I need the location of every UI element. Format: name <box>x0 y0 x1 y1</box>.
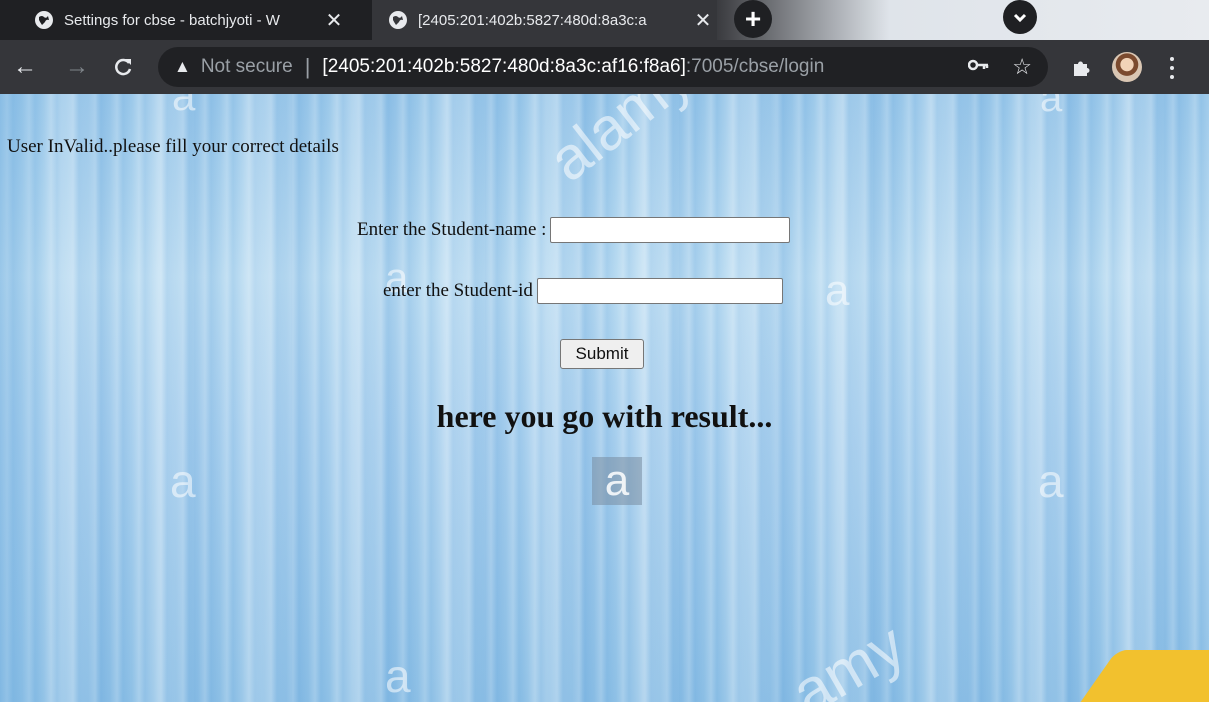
security-label[interactable]: Not secure <box>201 56 293 78</box>
tab-close-icon[interactable]: ✕ <box>320 8 348 33</box>
watermark-text: a <box>172 94 196 119</box>
forward-arrow-icon[interactable]: → <box>62 52 92 82</box>
key-icon[interactable] <box>967 55 990 78</box>
error-message: User InValid..please fill your correct d… <box>7 136 339 157</box>
student-id-label: enter the Student-id <box>383 280 533 301</box>
watermark-text: a <box>825 266 850 315</box>
watermark-text: amy <box>780 610 917 702</box>
tab-login[interactable]: [2405:201:402b:5827:480d:8a3c:a ✕ <box>372 0 717 40</box>
kebab-menu-icon[interactable] <box>1162 54 1182 82</box>
url-path[interactable]: :7005/cbse/login <box>686 56 824 78</box>
watermark-text: a <box>1040 94 1063 120</box>
watermark-text: a <box>385 650 411 702</box>
globe-icon <box>389 11 407 29</box>
student-id-row: enter the Student-id <box>383 278 783 304</box>
browser-toolbar: ← → ▲ Not secure | [2405:201:402b:5827:4… <box>0 40 1209 94</box>
tab-strip-background <box>717 0 1209 40</box>
chevron-down-icon <box>1013 13 1027 23</box>
tab-close-icon[interactable]: ✕ <box>689 8 717 33</box>
tab-search-button[interactable] <box>1003 0 1037 34</box>
tab-settings[interactable]: Settings for cbse - batchjyoti - W ✕ <box>18 0 348 40</box>
avatar[interactable] <box>1112 52 1142 82</box>
reload-icon[interactable] <box>108 52 138 82</box>
result-heading: here you go with result... <box>436 398 773 434</box>
page-content: a alamy a a a a a a amy a User InValid..… <box>0 94 1209 702</box>
tab-title: Settings for cbse - batchjyoti - W <box>64 11 280 29</box>
watermark-text: a <box>1038 455 1064 507</box>
watermark-text: a <box>170 455 196 507</box>
address-separator: | <box>304 54 311 79</box>
watermark-text: a <box>604 456 630 505</box>
star-icon[interactable]: ☆ <box>1012 54 1032 80</box>
tab-title: [2405:201:402b:5827:480d:8a3c:a <box>418 11 647 29</box>
student-name-label: Enter the Student-name : <box>357 219 547 240</box>
submit-button[interactable]: Submit <box>560 339 644 369</box>
new-tab-button[interactable]: + <box>734 0 772 38</box>
tab-strip: Settings for cbse - batchjyoti - W ✕ [24… <box>0 0 1209 40</box>
warning-icon[interactable]: ▲ <box>174 57 191 77</box>
url-host[interactable]: [2405:201:402b:5827:480d:8a3c:af16:f8a6] <box>322 56 685 78</box>
student-name-row: Enter the Student-name : <box>357 217 791 243</box>
globe-icon <box>35 11 53 29</box>
watermark-text: alamy <box>536 94 704 195</box>
student-name-input[interactable] <box>550 217 791 243</box>
reload-icon <box>115 58 132 76</box>
puzzle-icon[interactable] <box>1068 52 1096 82</box>
address-bar[interactable]: ▲ Not secure | [2405:201:402b:5827:480d:… <box>158 47 1048 87</box>
back-arrow-icon[interactable]: ← <box>10 52 40 82</box>
watermark-logo: a <box>592 456 642 505</box>
decorative-shape <box>1068 650 1209 702</box>
student-id-input[interactable] <box>536 278 783 304</box>
